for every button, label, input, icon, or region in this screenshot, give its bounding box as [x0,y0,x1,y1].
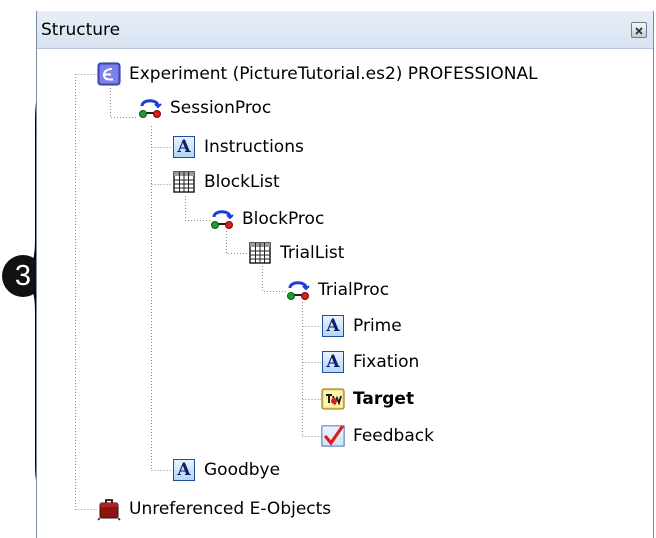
tree-node-label: Fixation [353,352,420,372]
procedure-icon [210,207,234,231]
tree-node-trialproc[interactable]: TrialProc [286,275,389,305]
tree-node-fixation[interactable]: A Fixation [321,347,419,377]
tree-node-label: Instructions [204,137,304,157]
tree-node-instructions[interactable]: A Instructions [172,132,304,162]
procedure-icon [286,278,310,302]
tree-node-unreferenced-objects[interactable]: Unreferenced E-Objects [97,494,331,524]
tree-node-label: Prime [353,316,402,336]
text-display-icon: A [321,314,345,338]
list-icon [248,241,272,265]
tree-node-label: Goodbye [204,460,281,480]
tree-node-feedback[interactable]: Feedback [321,421,434,451]
text-display-icon: A [172,458,196,482]
tree-node-label: Experiment (PictureTutorial.es2) PROFESS… [129,64,538,84]
tree-node-blockproc[interactable]: BlockProc [210,204,324,234]
image-display-icon [321,387,345,411]
tree-node-sessionproc[interactable]: SessionProc [138,93,271,123]
tree-node-experiment[interactable]: Experiment (PictureTutorial.es2) PROFESS… [97,59,538,89]
tree-node-label: TrialList [280,243,345,263]
procedure-icon [138,96,162,120]
unreferenced-objects-icon [97,497,121,521]
tree-node-label: Feedback [353,426,434,446]
tree-node-label: Unreferenced E-Objects [129,499,332,519]
tree-node-label: BlockList [204,172,280,192]
feedback-icon [321,424,345,448]
list-icon [172,170,196,194]
tree-node-triallist[interactable]: TrialList [248,238,344,268]
tree-node-target[interactable]: Target [321,384,414,414]
tree-node-label: TrialProc [318,280,390,300]
tree-node-label: BlockProc [242,209,325,229]
text-display-icon: A [172,135,196,159]
tree-node-goodbye[interactable]: A Goodbye [172,455,280,485]
text-display-icon: A [321,350,345,374]
tree-node-label: SessionProc [170,98,272,118]
tree-node-blocklist[interactable]: BlockList [172,167,280,197]
tree-node-label: Target [353,389,415,409]
tree-node-prime[interactable]: A Prime [321,311,402,341]
experiment-icon [97,62,121,86]
